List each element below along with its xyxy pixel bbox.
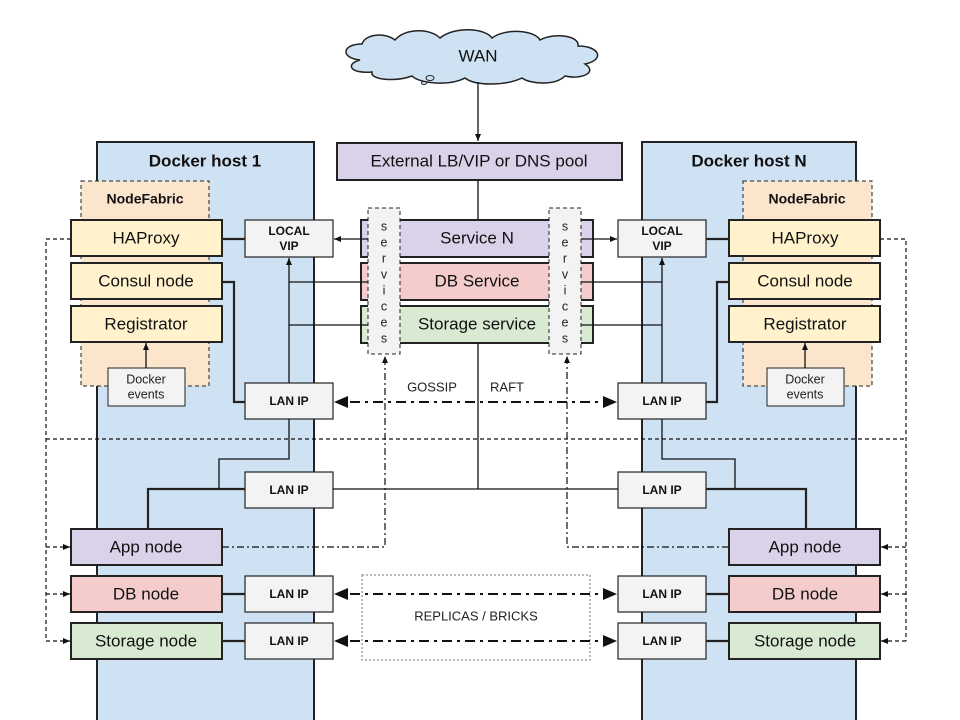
lan-ip-label: LAN IP: [642, 483, 681, 497]
architecture-diagram: WAN Docker host 1 Docker host N External…: [45, 29, 907, 720]
app-node-label: App node: [110, 537, 183, 556]
docker-events-label: Docker: [126, 372, 166, 386]
services-letter: e: [381, 235, 388, 249]
app-node-label: App node: [769, 537, 842, 556]
nodefabric-label-n: NodeFabric: [768, 191, 845, 207]
lan-ip-label: LAN IP: [269, 394, 308, 408]
host-1-title: Docker host 1: [149, 151, 261, 170]
local-vip-label: VIP: [652, 239, 671, 253]
raft-label: RAFT: [490, 379, 524, 394]
wan-label: WAN: [458, 46, 497, 65]
nodefabric-label-1: NodeFabric: [106, 191, 183, 207]
consul-label: Consul node: [757, 271, 852, 290]
services-letter: e: [381, 315, 388, 329]
storage-service-label: Storage service: [418, 314, 536, 333]
storage-node-label: Storage node: [95, 631, 197, 650]
services-letter: i: [383, 283, 386, 297]
services-letter: s: [562, 219, 568, 233]
db-node-label: DB node: [113, 584, 179, 603]
lan-ip-label: LAN IP: [642, 587, 681, 601]
services-letter: i: [564, 283, 567, 297]
lan-ip-label: LAN IP: [642, 634, 681, 648]
service-n-label: Service N: [440, 228, 514, 247]
lan-ip-label: LAN IP: [269, 634, 308, 648]
wan-cloud: WAN: [345, 29, 599, 85]
lan-ip-label: LAN IP: [642, 394, 681, 408]
replicas-label: REPLICAS / BRICKS: [414, 608, 538, 623]
docker-events-label: events: [128, 387, 165, 401]
lan-ip-label: LAN IP: [269, 587, 308, 601]
haproxy-backend-link: [880, 238, 907, 641]
host-n-title: Docker host N: [691, 151, 806, 170]
local-vip-label: LOCAL: [268, 224, 309, 238]
services-letter: s: [381, 219, 387, 233]
storage-node-label: Storage node: [754, 631, 856, 650]
services-letter: c: [562, 299, 568, 313]
lan-ip-label: LAN IP: [269, 483, 308, 497]
services-letter: c: [381, 299, 387, 313]
gossip-label: GOSSIP: [407, 379, 457, 394]
local-vip-label: VIP: [279, 239, 298, 253]
docker-events-label: Docker: [785, 372, 825, 386]
local-vip-label: LOCAL: [641, 224, 682, 238]
db-service-label: DB Service: [434, 271, 519, 290]
services-letter: e: [562, 315, 569, 329]
services-letter: e: [562, 235, 569, 249]
services-letter: v: [562, 267, 569, 281]
external-lb-label: External LB/VIP or DNS pool: [370, 151, 587, 170]
services-letter: r: [382, 251, 386, 265]
docker-events-label: events: [787, 387, 824, 401]
haproxy-backend-link: [45, 238, 71, 641]
services-letter: s: [381, 331, 387, 345]
registrator-label: Registrator: [104, 314, 187, 333]
haproxy-label: HAProxy: [112, 228, 180, 247]
services-letter: r: [563, 251, 567, 265]
haproxy-label: HAProxy: [771, 228, 839, 247]
consul-label: Consul node: [98, 271, 193, 290]
db-node-label: DB node: [772, 584, 838, 603]
services-letter: v: [381, 267, 388, 281]
services-letter: s: [562, 331, 568, 345]
registrator-label: Registrator: [763, 314, 846, 333]
